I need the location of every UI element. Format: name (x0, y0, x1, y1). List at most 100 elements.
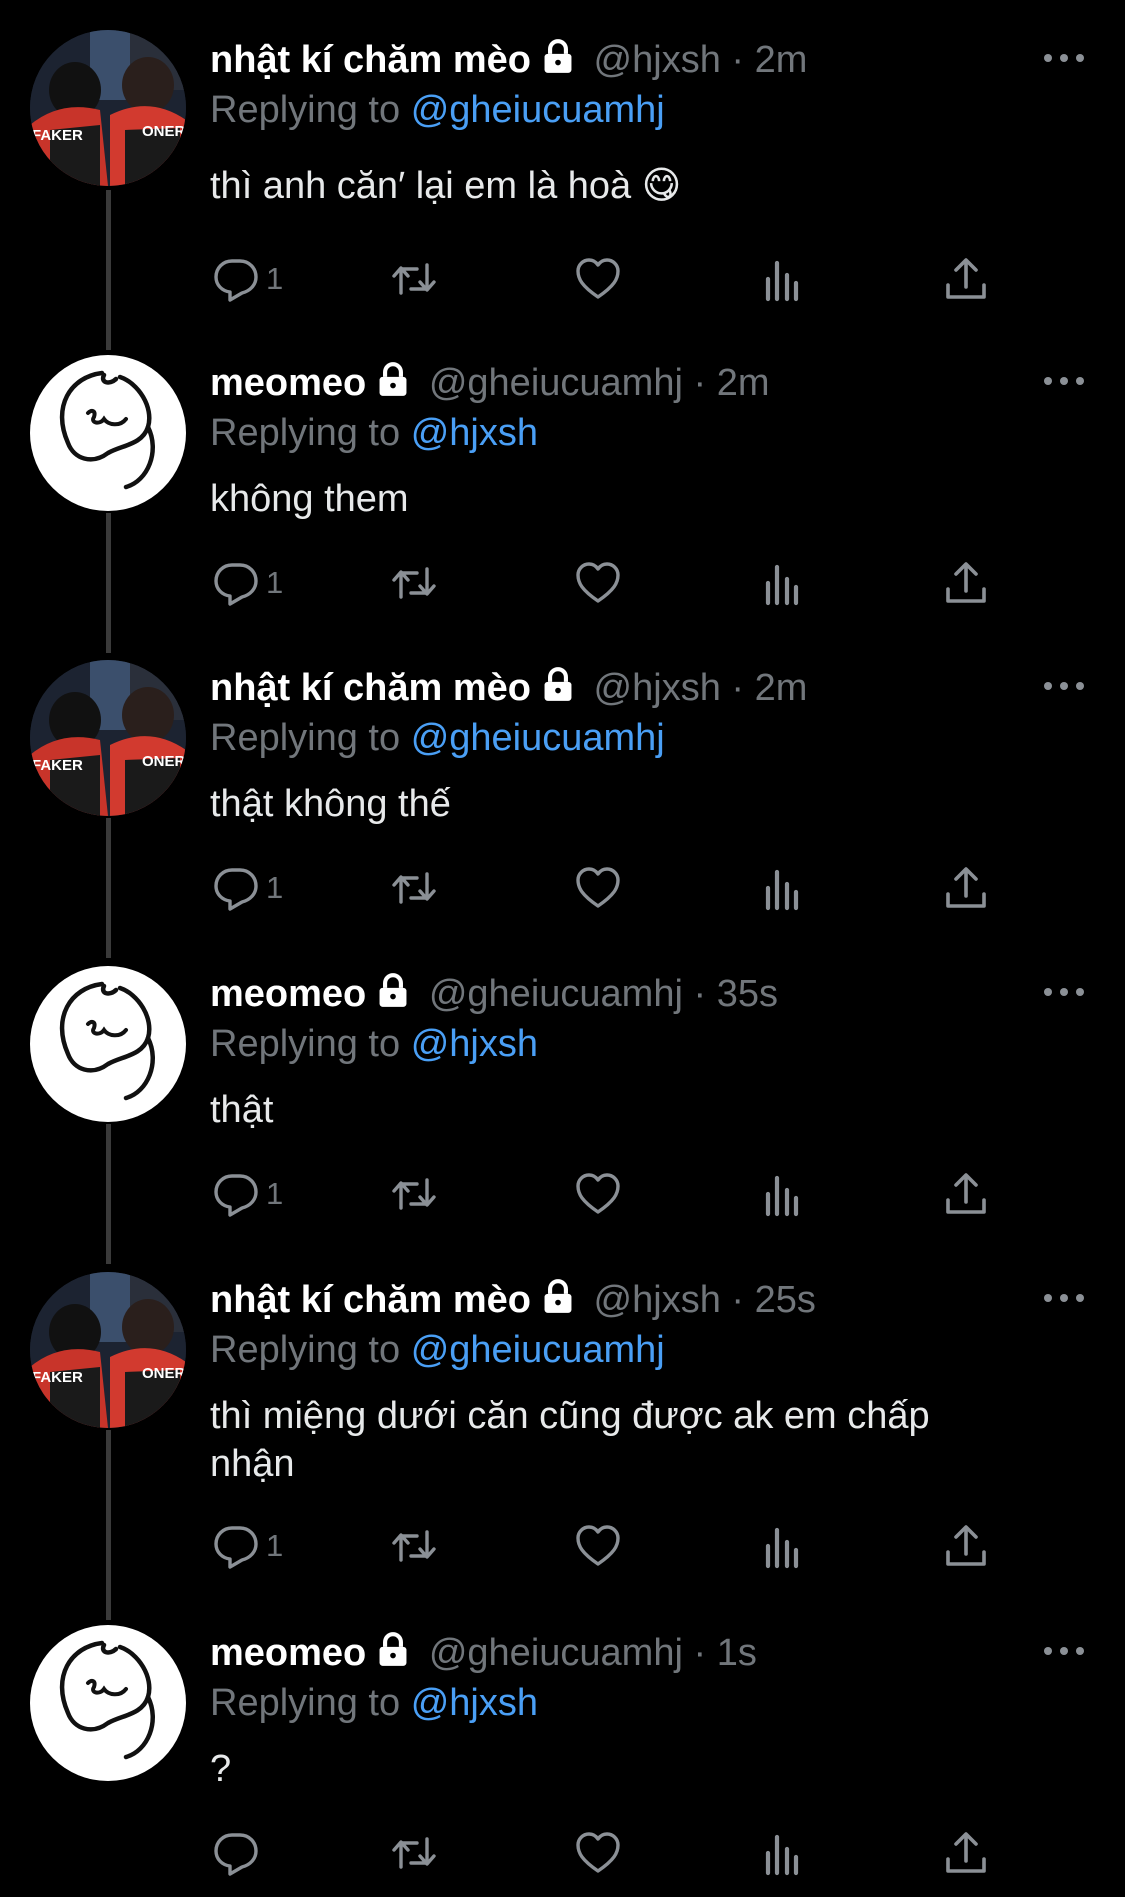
tweet[interactable]: meomeo @gheiucuamhj · 1s Replying to @hj… (0, 1595, 1125, 1897)
retweet-button[interactable] (390, 1520, 438, 1572)
retweet-icon (392, 567, 436, 599)
jersey-right-text: ONER (142, 1365, 186, 1382)
more-icon[interactable] (1042, 676, 1086, 696)
user-handle[interactable]: @gheiucuamhj (429, 973, 683, 1015)
display-name[interactable]: meomeo (210, 1632, 366, 1674)
reply-button[interactable]: 1 (212, 1520, 283, 1572)
share-button[interactable] (942, 557, 990, 609)
like-button[interactable] (574, 862, 622, 914)
mention-link[interactable]: @hjxsh (411, 1023, 538, 1065)
share-button[interactable] (942, 1827, 990, 1879)
reply-icon (214, 259, 258, 302)
avatar[interactable] (30, 1625, 186, 1781)
user-handle[interactable]: @hjxsh (594, 667, 721, 709)
views-button[interactable] (758, 1827, 806, 1879)
heart-icon (576, 867, 620, 908)
display-name[interactable]: nhật kí chăm mèo (210, 39, 531, 81)
reply-icon (214, 1833, 258, 1876)
jersey-left-text: FAKER (32, 757, 83, 774)
more-icon[interactable] (1042, 1288, 1086, 1308)
like-button[interactable] (574, 1520, 622, 1572)
replying-to-label: Replying to (210, 412, 401, 454)
avatar-drawing-icon (59, 981, 155, 1101)
user-handle[interactable]: @gheiucuamhj (429, 362, 683, 404)
views-button[interactable] (758, 1168, 806, 1220)
mention-link[interactable]: @gheiucuamhj (411, 89, 665, 131)
reply-button[interactable]: 1 (212, 557, 283, 609)
user-handle[interactable]: @hjxsh (594, 39, 721, 81)
reply-button[interactable]: 1 (212, 253, 283, 305)
like-button[interactable] (574, 1827, 622, 1879)
display-name[interactable]: meomeo (210, 973, 366, 1015)
action-bar (210, 1827, 1010, 1879)
user-handle[interactable]: @hjxsh (594, 1279, 721, 1321)
timestamp[interactable]: 2m (755, 667, 808, 709)
action-bar: 1 (210, 253, 1010, 305)
retweet-button[interactable] (390, 1168, 438, 1220)
tweet[interactable]: meomeo @gheiucuamhj · 35s Replying to @h… (0, 936, 1125, 1264)
timestamp[interactable]: 1s (717, 1632, 757, 1674)
avatar-photo-icon: FAKER ONER (30, 660, 186, 816)
share-button[interactable] (942, 1168, 990, 1220)
display-name[interactable]: meomeo (210, 362, 366, 404)
avatar[interactable] (30, 966, 186, 1122)
avatar-photo-icon: FAKER ONER (30, 30, 186, 186)
display-name[interactable]: nhật kí chăm mèo (210, 1279, 531, 1321)
like-button[interactable] (574, 1168, 622, 1220)
retweet-icon (392, 1530, 436, 1562)
avatar[interactable]: FAKER ONER (30, 660, 186, 816)
share-button[interactable] (942, 253, 990, 305)
retweet-button[interactable] (390, 253, 438, 305)
tweet-header: meomeo @gheiucuamhj · 1s (210, 1630, 757, 1680)
lock-icon (374, 361, 412, 410)
views-button[interactable] (758, 253, 806, 305)
tweet-text: thật (210, 1089, 274, 1131)
reply-button[interactable] (212, 1827, 266, 1879)
tweet-text: không them (210, 478, 409, 520)
share-button[interactable] (942, 862, 990, 914)
retweet-button[interactable] (390, 862, 438, 914)
retweet-icon (392, 872, 436, 904)
views-button[interactable] (758, 557, 806, 609)
mention-link[interactable]: @hjxsh (411, 1682, 538, 1724)
retweet-button[interactable] (390, 1827, 438, 1879)
tweet[interactable]: FAKER ONER nhật kí chăm mèo @hjxsh · 2m … (0, 630, 1125, 958)
views-button[interactable] (758, 862, 806, 914)
avatar-drawing-icon (59, 370, 155, 490)
avatar[interactable]: FAKER ONER (30, 1272, 186, 1428)
like-button[interactable] (574, 557, 622, 609)
share-icon (946, 867, 986, 908)
retweet-button[interactable] (390, 557, 438, 609)
avatar[interactable]: FAKER ONER (30, 30, 186, 186)
timestamp[interactable]: 25s (755, 1279, 816, 1321)
display-name[interactable]: nhật kí chăm mèo (210, 667, 531, 709)
views-button[interactable] (758, 1520, 806, 1572)
separator-dot: · (693, 362, 707, 404)
user-handle[interactable]: @gheiucuamhj (429, 1632, 683, 1674)
tweet-text: thì miệng dưới căn cũng được ak em chấp … (210, 1395, 930, 1485)
retweet-icon (392, 1837, 436, 1869)
more-icon[interactable] (1042, 982, 1086, 1002)
timestamp[interactable]: 2m (717, 362, 770, 404)
lock-icon (374, 972, 412, 1021)
tweet-header: meomeo @gheiucuamhj · 35s (210, 971, 778, 1021)
more-icon[interactable] (1042, 1641, 1086, 1661)
separator-dot: · (731, 667, 745, 709)
tweet[interactable]: meomeo @gheiucuamhj · 2m Replying to @hj… (0, 325, 1125, 653)
reply-button[interactable]: 1 (212, 1168, 283, 1220)
replying-to-label: Replying to (210, 1682, 401, 1724)
mention-link[interactable]: @hjxsh (411, 412, 538, 454)
timestamp[interactable]: 35s (717, 973, 778, 1015)
mention-link[interactable]: @gheiucuamhj (411, 717, 665, 759)
tweet[interactable]: FAKER ONER nhật kí chăm mèo @hjxsh · 25s… (0, 1242, 1125, 1620)
timestamp[interactable]: 2m (755, 39, 808, 81)
heart-icon (576, 562, 620, 603)
more-icon[interactable] (1042, 371, 1086, 391)
mention-link[interactable]: @gheiucuamhj (411, 1329, 665, 1371)
share-button[interactable] (942, 1520, 990, 1572)
reply-button[interactable]: 1 (212, 862, 283, 914)
avatar[interactable] (30, 355, 186, 511)
more-icon[interactable] (1042, 48, 1086, 68)
tweet[interactable]: FAKER ONER nhật kí chăm mèo @hjxsh · 2m … (0, 0, 1125, 350)
like-button[interactable] (574, 253, 622, 305)
